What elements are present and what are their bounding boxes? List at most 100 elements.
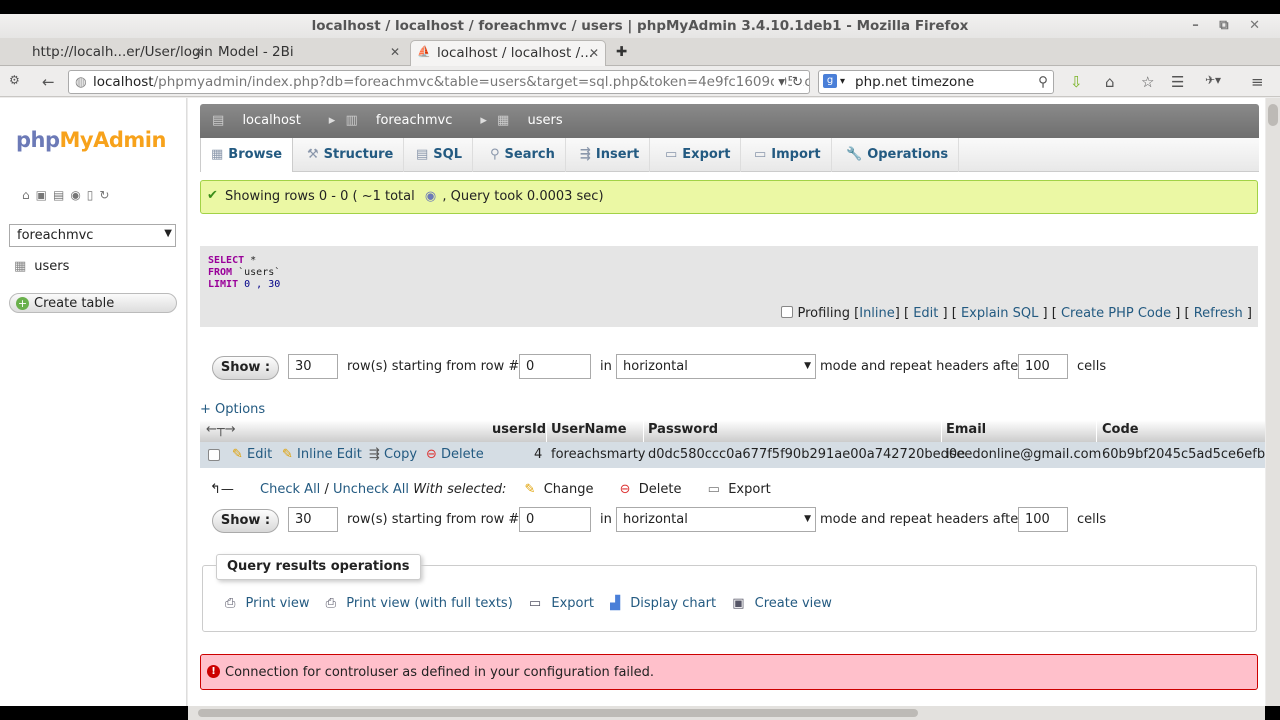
tab-operations[interactable]: 🔧 Operations <box>836 138 960 172</box>
engine-dropdown-icon[interactable]: ▾ <box>840 71 845 93</box>
url-host: localhost <box>93 74 154 90</box>
create-php-link[interactable]: Create PHP Code <box>1061 306 1171 321</box>
tab-user-login[interactable]: http://localh...er/User/login ✕ <box>10 40 213 66</box>
change-button[interactable]: ✎ Change <box>525 482 594 497</box>
identity-icon[interactable]: ⚙ <box>9 73 20 87</box>
create-view-link[interactable]: ▣ Create view <box>732 596 838 611</box>
breadcrumb-table[interactable]: ▦ users <box>497 113 577 128</box>
column-header-code[interactable]: Code <box>1102 422 1139 437</box>
reload-icon[interactable]: ↻ <box>791 71 803 93</box>
vertical-scrollbar[interactable] <box>1266 98 1280 706</box>
horizontal-scrollbar[interactable] <box>188 706 1265 720</box>
cell-email[interactable]: iseedonline@gmail.com <box>946 447 1101 462</box>
refresh-link[interactable]: Refresh <box>1194 306 1243 321</box>
tab-phpmyadmin[interactable]: ⛵ localhost / localhost /... ✕ <box>410 40 606 66</box>
profiling-checkbox[interactable] <box>781 306 794 318</box>
cell-code[interactable]: 60b9bf2045c5ad5ce6efbf9 <box>1102 447 1265 462</box>
close-icon[interactable]: ✕ <box>390 45 400 59</box>
column-header-usersid[interactable]: usersId <box>492 422 546 437</box>
menu-icon[interactable]: ≡ <box>1251 73 1264 91</box>
change-label: Change <box>543 482 594 497</box>
column-header-email[interactable]: Email <box>946 422 986 437</box>
reload-nav-icon[interactable]: ↻ <box>99 188 115 202</box>
scrollbar-thumb[interactable] <box>198 709 918 717</box>
rows-input[interactable]: 30 <box>288 354 338 379</box>
tab-import[interactable]: ▭ Import <box>744 138 832 172</box>
breadcrumb-server[interactable]: ▤ localhost <box>212 113 315 128</box>
tab-structure[interactable]: ⚒ Structure <box>297 138 405 172</box>
download-icon[interactable]: ⇩ <box>1070 73 1083 91</box>
home-icon[interactable]: ⌂ <box>1105 73 1115 91</box>
tab-search[interactable]: ⚲ Search <box>480 138 566 172</box>
search-icon[interactable]: ⚲ <box>1038 71 1048 93</box>
mode-select[interactable]: horizontal ▼ <box>616 354 816 379</box>
google-icon[interactable]: g <box>823 74 837 88</box>
back-icon[interactable]: ← <box>42 73 55 91</box>
create-table-button[interactable]: + Create table <box>9 293 177 313</box>
mode-select-value: horizontal <box>623 512 688 527</box>
scrollbar-thumb[interactable] <box>1268 104 1278 126</box>
display-chart-link[interactable]: ▟ Display chart <box>610 596 722 611</box>
cell-username[interactable]: foreachsmarty <box>551 447 645 462</box>
sql-docs-icon[interactable]: ▯ <box>87 188 100 202</box>
nav-row-top: Show : 30 row(s) starting from row # 0 i… <box>212 354 1212 382</box>
cell-usersid[interactable]: 4 <box>534 447 542 462</box>
breadcrumb-db[interactable]: ▥ foreachmvc <box>345 113 466 128</box>
url-dropdown-icon[interactable]: ▾ <box>774 71 785 93</box>
mode-select[interactable]: horizontal ▼ <box>616 507 816 532</box>
row-checkbox[interactable] <box>208 449 224 464</box>
docs-icon[interactable]: ◉ <box>425 189 436 204</box>
bookmarks-icon[interactable]: ☰ <box>1171 73 1184 91</box>
sidebar-item-users[interactable]: ▦ users <box>14 259 69 274</box>
home-icon[interactable]: ⌂ <box>22 188 36 202</box>
repeat-headers-input[interactable]: 100 <box>1018 354 1068 379</box>
inline-link[interactable]: Inline <box>859 306 895 321</box>
url-field[interactable]: ◍ localhost/phpmyadmin/index.php?db=fore… <box>68 70 810 94</box>
row-inline-edit-link[interactable]: ✎ Inline Edit <box>282 447 362 462</box>
phpmyadmin-logo[interactable]: phpMyAdmin <box>16 128 166 152</box>
start-row-input[interactable]: 0 <box>519 354 591 379</box>
docs-icon[interactable]: ◉ <box>70 188 86 202</box>
show-button[interactable]: Show : <box>212 356 279 380</box>
column-arrows-icon[interactable]: ←┬→ <box>206 422 236 437</box>
window-controls[interactable]: – ⧉ ✕ <box>1192 14 1268 38</box>
tab-sql[interactable]: ▤ SQL <box>406 138 473 172</box>
column-header-password[interactable]: Password <box>648 422 718 437</box>
cell-password[interactable]: d0dc580ccc0a677f5f90b291ae00a742720bed0e <box>648 447 965 462</box>
tab-model[interactable]: Model - 2Bi ✕ <box>210 40 406 66</box>
tab-insert[interactable]: ⇶ Insert <box>570 138 651 172</box>
uncheck-all-link[interactable]: Uncheck All <box>333 482 409 497</box>
check-all-link[interactable]: Check All <box>260 482 320 497</box>
start-row-input[interactable]: 0 <box>519 507 591 532</box>
bookmark-star-icon[interactable]: ☆ <box>1141 73 1154 91</box>
in-label: in <box>600 359 612 374</box>
cells-label: cells <box>1077 512 1107 527</box>
new-tab-button[interactable]: ✚ <box>612 40 632 66</box>
print-full-link[interactable]: ⎙ Print view (with full texts) <box>326 596 519 611</box>
close-icon[interactable]: ✕ <box>589 46 599 60</box>
export-link[interactable]: ▭ Export <box>529 596 600 611</box>
options-link[interactable]: + Options <box>200 402 265 417</box>
row-edit-link[interactable]: ✎ Edit <box>232 447 272 462</box>
row-delete-link[interactable]: ⊖ Delete <box>426 447 484 462</box>
repeat-headers-input[interactable]: 100 <box>1018 507 1068 532</box>
tab-browse[interactable]: ▦ Browse <box>200 138 294 172</box>
close-icon[interactable]: ✕ <box>194 45 204 59</box>
column-header-username[interactable]: UserName <box>551 422 627 437</box>
addon-icon[interactable]: ✈▾ <box>1205 73 1221 87</box>
logout-icon[interactable]: ▣ <box>36 188 53 202</box>
table-menu: ▦ Browse ⚒ Structure ▤ SQL ⚲ Search ⇶ Insert … <box>200 138 1259 172</box>
create-view-label: Create view <box>754 596 832 611</box>
tab-export[interactable]: ▭ Export <box>655 138 742 172</box>
show-button[interactable]: Show : <box>212 509 279 533</box>
explain-sql-link[interactable]: Explain SQL <box>961 306 1038 321</box>
edit-sql-link[interactable]: Edit <box>913 306 938 321</box>
query-window-icon[interactable]: ▤ <box>53 188 70 202</box>
delete-selected-button[interactable]: ⊖ Delete <box>620 482 682 497</box>
database-select[interactable]: foreachmvc ▼ <box>9 224 176 247</box>
rows-input[interactable]: 30 <box>288 507 338 532</box>
print-view-link[interactable]: ⎙ Print view <box>225 596 316 611</box>
search-field[interactable]: g ▾ php.net timezone ⚲ <box>818 70 1054 94</box>
export-selected-button[interactable]: ▭ Export <box>708 482 771 497</box>
row-copy-link[interactable]: ⇶ Copy <box>369 447 417 462</box>
